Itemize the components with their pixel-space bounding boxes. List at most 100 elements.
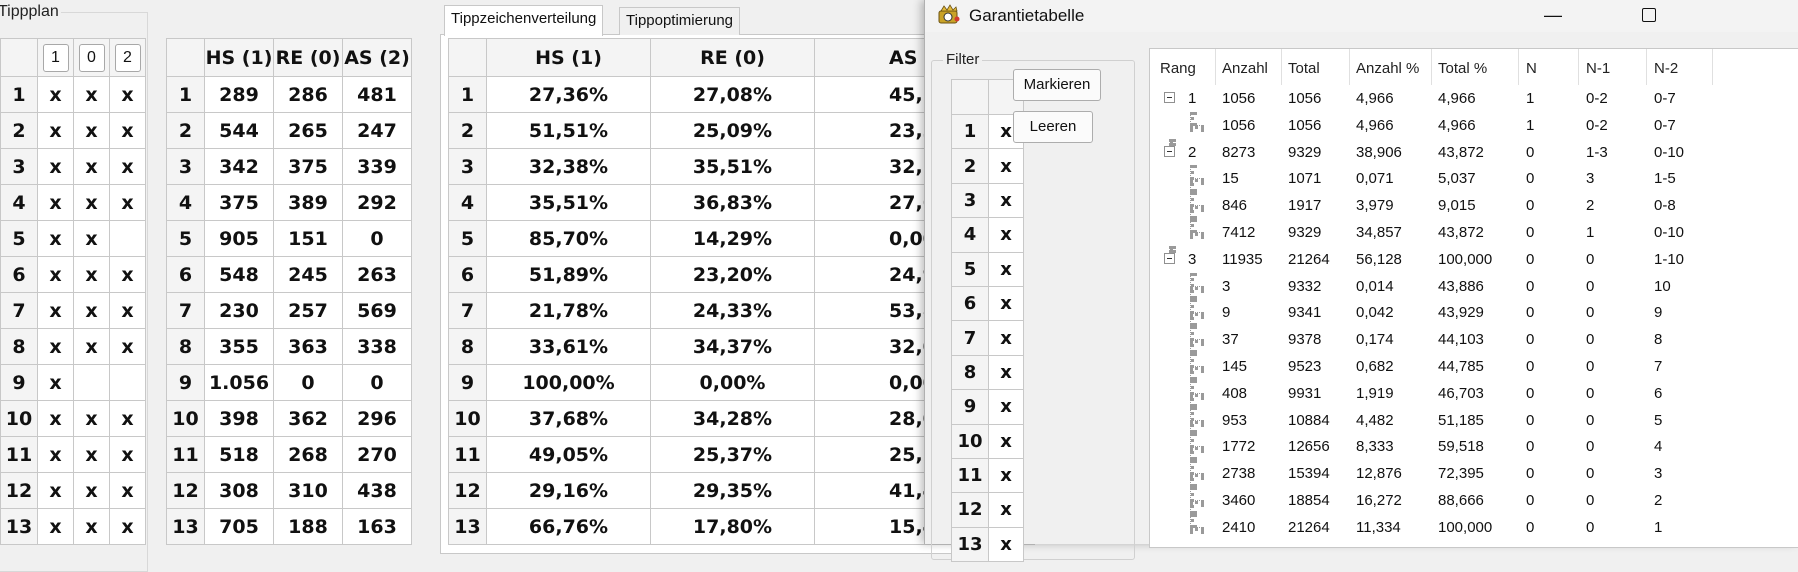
count-cell[interactable]: 1.056 bbox=[204, 364, 274, 401]
column-header-n[interactable]: N bbox=[1526, 60, 1537, 77]
percent-cell[interactable]: 100,00% bbox=[486, 364, 651, 401]
filter-cell[interactable]: x bbox=[988, 251, 1024, 287]
percent-cell[interactable]: 66,76% bbox=[486, 508, 651, 545]
percent-cell[interactable]: 27,08% bbox=[650, 76, 815, 113]
percent-cell[interactable]: 0,00% bbox=[650, 364, 815, 401]
count-cell[interactable]: 438 bbox=[342, 472, 412, 509]
minimize-button[interactable]: — bbox=[1521, 0, 1585, 32]
tipp-cell[interactable]: x bbox=[109, 76, 146, 113]
tipp-cell[interactable]: x bbox=[109, 400, 146, 437]
column-divider[interactable] bbox=[1518, 49, 1519, 85]
percent-cell[interactable]: 33,61% bbox=[486, 328, 651, 365]
tipp-cell[interactable]: x bbox=[73, 184, 110, 221]
percent-cell[interactable]: 35,51% bbox=[650, 148, 815, 185]
tree-child-row[interactable]: 1056 1056 4,966 4,966 1 0-2 0-7 bbox=[1150, 111, 1798, 139]
percent-cell[interactable]: 23,20% bbox=[650, 256, 815, 293]
tippplan-col-button[interactable]: 2 bbox=[114, 43, 141, 72]
percent-cell[interactable]: 36,83% bbox=[650, 184, 815, 221]
count-cell[interactable]: 265 bbox=[273, 112, 343, 149]
column-header-anzahl[interactable]: Anzahl bbox=[1222, 60, 1268, 77]
tipp-cell[interactable]: x bbox=[37, 508, 74, 545]
tree-child-row[interactable]: 37 9378 0,174 44,103 0 0 8 bbox=[1150, 326, 1798, 353]
column-header-n-1[interactable]: N-1 bbox=[1586, 60, 1610, 77]
column-header-total-[interactable]: Total % bbox=[1438, 60, 1487, 77]
counts-grid[interactable]: HS (1) RE (0) AS (2) 1 289 286 481 2 544 265 247 3 3… bbox=[166, 38, 412, 545]
count-cell[interactable]: 289 bbox=[204, 76, 274, 113]
guarantee-tree-table[interactable]: Rang Anzahl Total Anzahl % Total % N N-1 N-2 11… bbox=[1149, 48, 1798, 548]
tipp-cell[interactable] bbox=[73, 364, 110, 401]
tipp-cell[interactable]: x bbox=[109, 184, 146, 221]
filter-cell[interactable]: x bbox=[988, 526, 1024, 563]
count-cell[interactable]: 398 bbox=[204, 400, 274, 437]
count-cell[interactable]: 0 bbox=[273, 364, 343, 401]
count-cell[interactable]: 310 bbox=[273, 472, 343, 509]
tippplan-col-header[interactable]: 0 bbox=[73, 38, 110, 77]
percent-cell[interactable]: 14,29% bbox=[650, 220, 815, 257]
tipp-cell[interactable]: x bbox=[37, 76, 74, 113]
count-cell[interactable]: 518 bbox=[204, 436, 274, 473]
column-header-n-2[interactable]: N-2 bbox=[1654, 60, 1678, 77]
tipp-cell[interactable]: x bbox=[37, 112, 74, 149]
tipp-cell[interactable]: x bbox=[109, 256, 146, 293]
percent-cell[interactable]: 17,80% bbox=[650, 508, 815, 545]
count-cell[interactable]: 355 bbox=[204, 328, 274, 365]
filter-cell[interactable]: x bbox=[988, 457, 1024, 494]
percent-cell[interactable]: 29,35% bbox=[650, 472, 815, 509]
tippplan-col-button[interactable]: 0 bbox=[78, 43, 105, 72]
count-cell[interactable]: 0 bbox=[342, 220, 412, 257]
percent-cell[interactable]: 24,33% bbox=[650, 292, 815, 329]
percent-cell[interactable]: 25,09% bbox=[650, 112, 815, 149]
tipp-cell[interactable]: x bbox=[109, 112, 146, 149]
column-header-rang[interactable]: Rang bbox=[1160, 60, 1196, 77]
count-cell[interactable]: 257 bbox=[273, 292, 343, 329]
column-divider[interactable] bbox=[1431, 49, 1432, 85]
percent-cell[interactable]: 27,36% bbox=[486, 76, 651, 113]
tree-child-row[interactable]: 3460 18854 16,272 88,666 0 0 2 bbox=[1150, 486, 1798, 514]
tipp-cell[interactable]: x bbox=[73, 292, 110, 329]
tree-child-row[interactable]: 3 9332 0,014 43,886 0 0 10 bbox=[1150, 272, 1798, 300]
clear-button[interactable]: Leeren bbox=[1013, 111, 1093, 143]
column-header-total[interactable]: Total bbox=[1288, 60, 1320, 77]
collapse-icon[interactable] bbox=[1164, 252, 1175, 264]
tippplan-col-header[interactable]: 1 bbox=[37, 38, 74, 77]
filter-cell[interactable]: x bbox=[988, 354, 1024, 391]
percent-cell[interactable]: 85,70% bbox=[486, 220, 651, 257]
count-cell[interactable]: 375 bbox=[204, 184, 274, 221]
count-cell[interactable]: 268 bbox=[273, 436, 343, 473]
count-cell[interactable]: 188 bbox=[273, 508, 343, 545]
tipp-cell[interactable]: x bbox=[109, 472, 146, 509]
filter-cell[interactable]: x bbox=[988, 285, 1024, 322]
tipp-cell[interactable]: x bbox=[73, 256, 110, 293]
filter-cell[interactable]: x bbox=[988, 148, 1024, 184]
tree-child-row[interactable]: 2410 21264 11,334 100,000 0 0 1 bbox=[1150, 513, 1798, 541]
count-cell[interactable]: 296 bbox=[342, 400, 412, 437]
count-cell[interactable]: 544 bbox=[204, 112, 274, 149]
tree-child-row[interactable]: 9 9341 0,042 43,929 0 0 9 bbox=[1150, 299, 1798, 327]
tipp-cell[interactable]: x bbox=[109, 292, 146, 329]
tipp-cell[interactable]: x bbox=[109, 508, 146, 545]
tree-group-row[interactable]: 3 11935 21264 56,128 100,000 0 0 1-10 bbox=[1150, 245, 1798, 273]
count-cell[interactable]: 151 bbox=[273, 220, 343, 257]
tipp-cell[interactable]: x bbox=[73, 508, 110, 545]
tipp-cell[interactable]: x bbox=[37, 256, 74, 293]
tree-group-row[interactable]: 1 1056 1056 4,966 4,966 1 0-2 0-7 bbox=[1150, 85, 1798, 112]
tree-child-row[interactable]: 15 1071 0,071 5,037 0 3 1-5 bbox=[1150, 165, 1798, 193]
count-cell[interactable]: 263 bbox=[342, 256, 412, 293]
maximize-button[interactable] bbox=[1617, 0, 1681, 32]
count-cell[interactable]: 286 bbox=[273, 76, 343, 113]
percent-cell[interactable]: 51,51% bbox=[486, 112, 651, 149]
percent-cell[interactable]: 34,37% bbox=[650, 328, 815, 365]
percent-cell[interactable]: 32,38% bbox=[486, 148, 651, 185]
percent-cell[interactable]: 21,78% bbox=[486, 292, 651, 329]
column-divider[interactable] bbox=[1215, 49, 1216, 85]
percent-cell[interactable]: 51,89% bbox=[486, 256, 651, 293]
count-cell[interactable]: 0 bbox=[342, 364, 412, 401]
dialog-titlebar[interactable]: Garantietabelle — bbox=[925, 0, 1798, 32]
tipp-cell[interactable]: x bbox=[73, 436, 110, 473]
count-cell[interactable]: 163 bbox=[342, 508, 412, 545]
tree-group-row[interactable]: 2 8273 9329 38,906 43,872 0 1-3 0-10 bbox=[1150, 138, 1798, 166]
count-cell[interactable]: 363 bbox=[273, 328, 343, 365]
tipp-cell[interactable]: x bbox=[37, 148, 74, 185]
tab-tippzeichenverteilung[interactable]: Tippzeichenverteilung bbox=[444, 5, 604, 36]
count-cell[interactable]: 569 bbox=[342, 292, 412, 329]
